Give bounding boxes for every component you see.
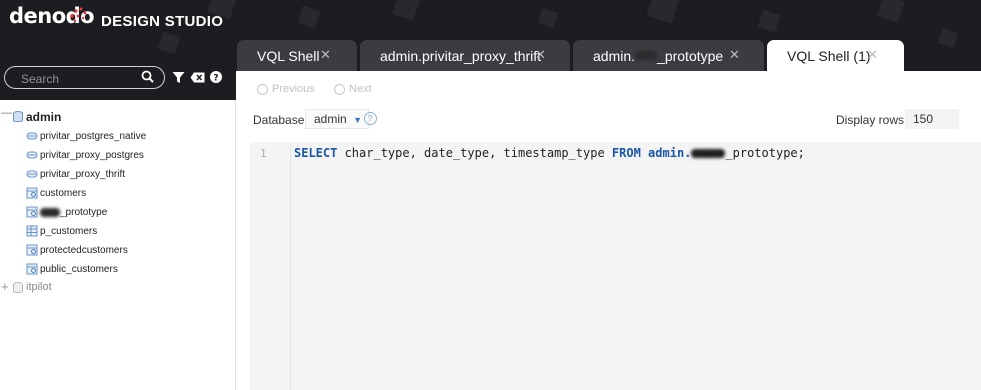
- tab-vql-shell-1[interactable]: VQL Shell (1) ✕: [767, 40, 904, 71]
- clear-icon[interactable]: [190, 72, 205, 83]
- tree-item-label: protectedcustomers: [40, 244, 128, 256]
- close-icon[interactable]: ✕: [535, 47, 546, 63]
- tree-item-label: customers: [40, 187, 87, 199]
- tree-item-label: privitar_postgres_native: [40, 130, 147, 142]
- filter-icon[interactable]: [172, 71, 185, 84]
- display-rows-label: Display rows: [836, 113, 905, 127]
- tab-label-prefix: admin.: [593, 47, 636, 64]
- tree-item[interactable]: protectedcustomers: [26, 241, 128, 259]
- tree-item-label: p_customers: [40, 225, 98, 237]
- database-select[interactable]: admin ▼: [305, 109, 369, 129]
- app-header: denodo DESIGN STUDIO VQL Shell ✕ admin.p…: [0, 0, 981, 71]
- help-icon[interactable]: ?: [364, 112, 377, 125]
- previous-button[interactable]: Previous: [257, 83, 315, 95]
- search-icon[interactable]: [141, 70, 154, 83]
- tab-label: VQL Shell (1): [787, 47, 871, 64]
- derived-view-icon: [26, 263, 38, 275]
- database-icon: [13, 282, 23, 294]
- database-icon: [13, 111, 23, 123]
- derived-view-icon: [26, 187, 38, 199]
- database-label: Database: [253, 113, 305, 127]
- tab-label: admin.privitar_proxy_thrift: [380, 47, 542, 64]
- tab-privitar-proxy-thrift[interactable]: admin.privitar_proxy_thrift ✕: [360, 40, 570, 71]
- datasource-icon: [26, 132, 38, 140]
- next-label: Next: [349, 83, 372, 95]
- code-keyword: SELECT: [294, 146, 338, 160]
- tab-label-suffix: _prototype: [657, 47, 724, 64]
- datasource-icon: [26, 170, 38, 178]
- tree-item[interactable]: public_customers: [26, 260, 118, 278]
- close-icon[interactable]: ✕: [867, 47, 878, 63]
- code-text: _prototype;: [725, 146, 805, 160]
- display-rows-input[interactable]: [905, 109, 959, 129]
- code-text: char_type, date_type, timestamp_type: [337, 146, 612, 160]
- derived-view-icon: [26, 244, 38, 256]
- tree-item-label: _prototype: [60, 206, 108, 218]
- collapse-icon[interactable]: —: [1, 107, 12, 119]
- line-gutter: 1: [250, 142, 291, 390]
- close-icon[interactable]: ✕: [320, 47, 331, 63]
- code-keyword: admin.: [648, 146, 692, 160]
- tree-item-label: public_customers: [40, 263, 118, 275]
- code-keyword: FROM: [611, 146, 641, 160]
- tree-item[interactable]: _prototype: [26, 203, 107, 221]
- next-icon: [334, 83, 345, 95]
- database-select-value: admin: [314, 112, 347, 126]
- logo-dots-icon: [70, 7, 87, 23]
- tree-item[interactable]: p_customers: [26, 222, 97, 240]
- tab-prototype[interactable]: admin. _prototype ✕: [573, 40, 764, 71]
- line-number: 1: [260, 147, 267, 160]
- tree-item[interactable]: privitar_postgres_native: [26, 127, 146, 145]
- close-icon[interactable]: ✕: [729, 47, 740, 63]
- code-line[interactable]: SELECT char_type, date_type, timestamp_t…: [294, 146, 805, 160]
- previous-icon: [257, 83, 268, 95]
- derived-view-icon: [26, 206, 38, 218]
- vql-editor[interactable]: 1 SELECT char_type, date_type, timestamp…: [250, 142, 981, 390]
- sidebar: — admin privitar_postgres_native privita…: [0, 100, 236, 390]
- tree-item-label: privitar_proxy_thrift: [40, 168, 126, 180]
- redacted-text: [635, 51, 658, 60]
- tree-item-label: privitar_proxy_postgres: [40, 149, 144, 161]
- help-icon[interactable]: ?: [210, 71, 222, 83]
- tab-label: VQL Shell: [257, 47, 320, 64]
- previous-label: Previous: [272, 83, 315, 95]
- tab-vql-shell[interactable]: VQL Shell ✕: [237, 40, 357, 71]
- chevron-down-icon: ▼: [353, 115, 362, 125]
- base-view-icon: [26, 225, 38, 237]
- tree-item[interactable]: privitar_proxy_postgres: [26, 146, 144, 164]
- tree-database-admin[interactable]: admin: [26, 110, 61, 124]
- expand-icon[interactable]: +: [1, 279, 9, 294]
- next-button[interactable]: Next: [334, 83, 372, 95]
- svg-text:?: ?: [213, 74, 218, 84]
- redacted-text: [40, 207, 60, 217]
- vql-shell-panel: Previous Next Database admin ▼ ? Display…: [236, 71, 981, 390]
- search-input[interactable]: [19, 70, 141, 87]
- redacted-text: [691, 149, 726, 158]
- tree-database-itpilot[interactable]: itpilot: [26, 281, 52, 293]
- product-name: DESIGN STUDIO: [101, 13, 224, 30]
- tree-item[interactable]: privitar_proxy_thrift: [26, 165, 125, 183]
- tree-item[interactable]: customers: [26, 184, 86, 202]
- datasource-icon: [26, 151, 38, 159]
- search-box[interactable]: [4, 66, 165, 89]
